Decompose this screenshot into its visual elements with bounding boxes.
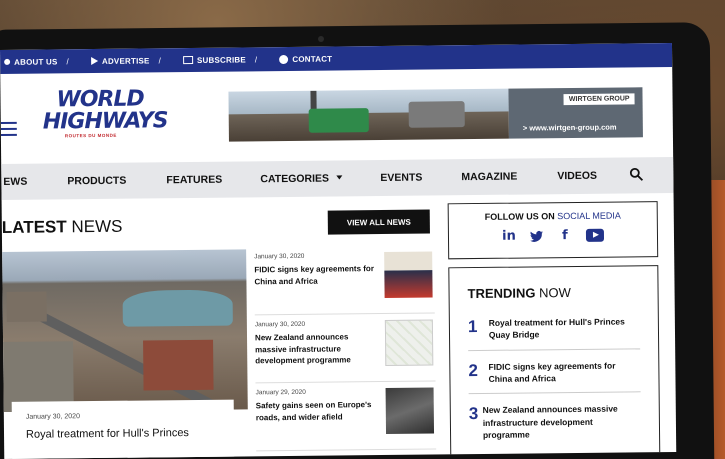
contact-icon — [279, 54, 289, 64]
list-item[interactable]: January 29, 2020 Safety gains seen on Eu… — [255, 381, 437, 452]
news-title[interactable]: Safety gains seen on Europe's roads, and… — [256, 399, 380, 423]
nav-item-videos[interactable]: VIDEOS — [557, 170, 597, 182]
news-thumbnail[interactable] — [384, 251, 433, 298]
trending-title[interactable]: Royal treatment for Hull's Princes Quay … — [489, 315, 640, 341]
advert-banner[interactable]: WIRTGEN GROUP > www.wirtgen-group.com — [228, 87, 643, 142]
trending-heading-rest: NOW — [535, 285, 571, 301]
trending-title[interactable]: FIDIC signs key agreements for China and… — [488, 359, 640, 385]
hero-image[interactable] — [2, 249, 248, 412]
chevron-down-icon — [335, 175, 343, 180]
trending-title[interactable]: New Zealand announces massive infrastruc… — [483, 403, 642, 442]
nav-item-products[interactable]: PRODUCTS — [67, 175, 126, 188]
trending-box: TRENDING NOW 1 Royal treatment for Hull'… — [448, 265, 661, 459]
menu-icon[interactable] — [0, 121, 17, 140]
contact-label: CONTACT — [292, 54, 333, 64]
view-all-news-button[interactable]: VIEW ALL NEWS — [327, 209, 430, 235]
about-us-label: ABOUT US — [14, 56, 58, 67]
hero-card[interactable]: January 30, 2020 Royal treatment for Hul… — [11, 399, 235, 459]
nav-item-categories[interactable]: CATEGORIES — [260, 172, 343, 186]
nav-item-features[interactable]: FEATURES — [166, 174, 222, 187]
news-title[interactable]: New Zealand announces massive infrastruc… — [255, 331, 379, 367]
facebook-icon[interactable]: f — [558, 228, 572, 243]
social-icons: in f — [449, 228, 657, 244]
advertise-label: ADVERTISE — [101, 55, 150, 66]
banner-brand-panel: WIRTGEN GROUP > www.wirtgen-group.com — [508, 87, 643, 139]
book-icon — [182, 55, 194, 65]
person-icon — [4, 58, 11, 65]
trending-item[interactable]: 2 FIDIC signs key agreements for China a… — [468, 348, 641, 395]
trending-rank: 2 — [468, 360, 478, 380]
hero-title: Royal treatment for Hull's Princes — [25, 427, 189, 441]
trending-rank: 1 — [467, 317, 478, 337]
latest-news-heading-rest: NEWS — [66, 216, 123, 237]
contact-link[interactable]: CONTACT — [279, 54, 332, 64]
nav-item-news[interactable]: EWS — [3, 176, 27, 188]
news-list: January 30, 2020 FIDIC signs key agreeme… — [254, 245, 437, 452]
webcam-icon — [318, 36, 324, 42]
separator: / — [158, 55, 162, 65]
banner-brand-logo: WIRTGEN GROUP — [563, 93, 635, 106]
linkedin-icon[interactable]: in — [502, 229, 516, 244]
list-item[interactable]: January 30, 2020 FIDIC signs key agreeme… — [254, 245, 435, 316]
main-nav: EWS PRODUCTS FEATURES CATEGORIES EVENTS … — [1, 156, 674, 200]
trending-item[interactable]: 1 Royal treatment for Hull's Princes Qua… — [467, 305, 641, 351]
trending-item[interactable]: 3 New Zealand announces massive infrastr… — [469, 393, 642, 450]
site-header: WORLD HIGHWAYS ROUTES DU MONDE WIRTGEN G… — [0, 67, 673, 164]
trending-rank: 3 — [468, 404, 479, 424]
follow-label-bold: FOLLOW US ON — [484, 211, 558, 222]
separator: / — [66, 56, 69, 66]
site-logo[interactable]: WORLD HIGHWAYS ROUTES DU MONDE — [42, 86, 168, 153]
nav-item-events[interactable]: EVENTS — [380, 172, 422, 184]
list-item[interactable]: January 30, 2020 New Zealand announces m… — [254, 313, 436, 384]
latest-news-heading-bold: LATEST — [1, 217, 67, 237]
latest-news-heading: LATEST NEWS — [2, 217, 123, 238]
youtube-icon[interactable] — [585, 228, 605, 242]
follow-label-rest: SOCIAL MEDIA — [557, 210, 621, 222]
trending-heading-bold: TRENDING — [467, 285, 536, 302]
arrow-icon — [90, 56, 98, 66]
about-us-link[interactable]: ABOUT US / — [4, 57, 69, 67]
twitter-icon[interactable] — [530, 229, 544, 243]
trending-heading: TRENDING NOW — [467, 284, 639, 301]
subscribe-link[interactable]: SUBSCRIBE / — [182, 54, 258, 65]
nav-item-categories-label: CATEGORIES — [260, 172, 330, 186]
advertise-link[interactable]: ADVERTISE / — [90, 55, 162, 66]
social-follow-box: FOLLOW US ON SOCIAL MEDIA in f — [447, 201, 659, 260]
subscribe-label: SUBSCRIBE — [196, 54, 246, 65]
banner-url: > www.wirtgen-group.com — [522, 122, 617, 133]
laptop-screen: ABOUT US / ADVERTISE / SUBSCRIBE / CONTA… — [0, 42, 677, 459]
news-thumbnail[interactable] — [385, 387, 435, 434]
search-icon[interactable] — [629, 167, 644, 181]
separator: / — [254, 54, 258, 64]
banner-photo — [228, 88, 509, 142]
news-title[interactable]: FIDIC signs key agreements for China and… — [254, 263, 378, 287]
news-thumbnail[interactable] — [384, 319, 434, 366]
follow-label: FOLLOW US ON SOCIAL MEDIA — [449, 210, 657, 222]
nav-item-magazine[interactable]: MAGAZINE — [461, 171, 517, 184]
logo-line-2: HIGHWAYS — [42, 108, 168, 135]
hero-date: January 30, 2020 — [25, 413, 80, 421]
